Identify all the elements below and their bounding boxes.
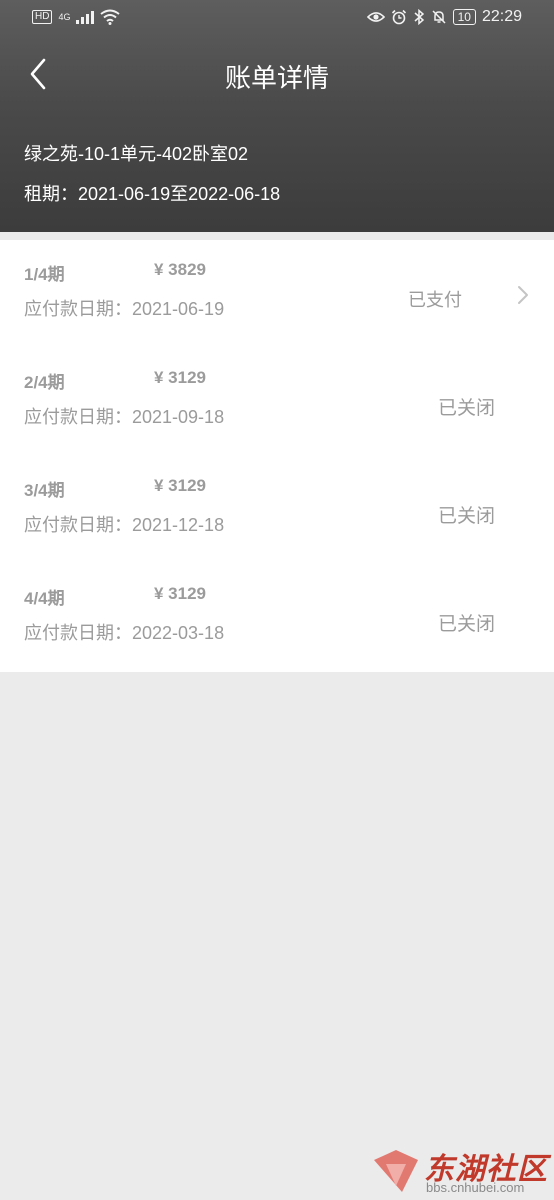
- bill-period: 1/4期: [24, 265, 65, 284]
- status-bar: HD 4G 10 22:29: [0, 0, 554, 38]
- nav-bar: 账单详情: [0, 48, 554, 100]
- battery-indicator: 10: [452, 9, 476, 25]
- bill-due-date: 应付款日期：2022-03-18: [24, 623, 225, 643]
- bill-period: 2/4期: [24, 373, 65, 392]
- hd-badge: HD: [32, 10, 53, 24]
- bill-row[interactable]: 2/4期 ¥ 3129 应付款日期：2021-09-18 已关闭: [0, 348, 554, 456]
- network-type: 4G: [58, 12, 71, 22]
- bill-due-date: 应付款日期：2021-06-19: [24, 299, 225, 319]
- status-bar-right: 10 22:29: [366, 8, 522, 26]
- bill-row[interactable]: 1/4期 ¥ 3829 应付款日期：2021-06-19 已支付: [0, 240, 554, 348]
- forum-logo-icon: [374, 1150, 418, 1192]
- bill-status: 已支付: [408, 290, 462, 310]
- bill-period: 4/4期: [24, 589, 65, 608]
- bill-status: 已关闭: [438, 398, 496, 419]
- watermark-url: bbs.cnhubei.com: [426, 1180, 525, 1195]
- eye-icon: [366, 12, 385, 22]
- watermark: 东湖社区 bbs.cnhubei.com: [372, 1142, 550, 1198]
- signal-icon: [76, 11, 95, 24]
- bill-amount: ¥ 3829: [154, 260, 206, 279]
- status-bar-left: HD 4G: [32, 9, 121, 25]
- page-header: HD 4G 10 22:29 账单详情 绿之苑-10-1单元-402卧室02 租…: [0, 0, 554, 232]
- bill-amount: ¥ 3129: [154, 584, 206, 603]
- clock: 22:29: [481, 8, 522, 25]
- wifi-icon: [100, 9, 121, 25]
- alarm-icon: [391, 9, 406, 25]
- bill-list: 1/4期 ¥ 3829 应付款日期：2021-06-19 已支付 2/4期 ¥ …: [0, 240, 554, 672]
- bill-due-date: 应付款日期：2021-09-18: [24, 407, 225, 427]
- bluetooth-icon: [414, 9, 424, 25]
- bill-row[interactable]: 4/4期 ¥ 3129 应付款日期：2022-03-18 已关闭: [0, 564, 554, 672]
- bill-amount: ¥ 3129: [154, 476, 206, 495]
- bill-status: 已关闭: [438, 506, 496, 527]
- mute-icon: [432, 10, 446, 24]
- chevron-right-icon: [518, 286, 528, 304]
- house-name: 绿之苑-10-1单元-402卧室02: [24, 144, 249, 164]
- bill-amount: ¥ 3129: [154, 368, 206, 387]
- bill-row[interactable]: 3/4期 ¥ 3129 应付款日期：2021-12-18 已关闭: [0, 456, 554, 564]
- bill-status: 已关闭: [438, 614, 496, 635]
- bill-due-date: 应付款日期：2021-12-18: [24, 515, 225, 535]
- bill-period: 3/4期: [24, 481, 65, 500]
- page-title: 账单详情: [224, 63, 329, 93]
- lease-period: 租期：2021-06-19至2022-06-18: [24, 184, 281, 204]
